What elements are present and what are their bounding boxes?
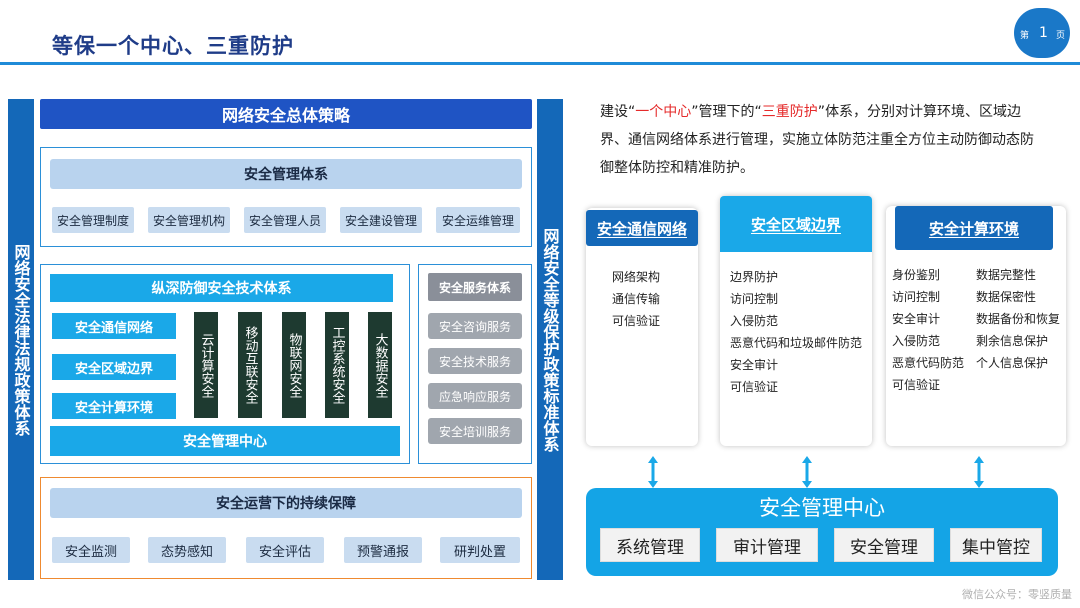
list-item: 访问控制	[730, 292, 779, 306]
double-arrow-icon	[802, 456, 812, 488]
tech-management-center: 安全管理中心	[50, 426, 400, 456]
intro-text: 建设	[600, 104, 628, 120]
service-system-title: 安全服务体系	[428, 273, 522, 301]
double-arrow-icon	[648, 456, 658, 488]
boundary-card-title: 安全区域边界	[720, 196, 872, 252]
list-item: 入侵防范	[730, 314, 779, 328]
intro-text: 管理下的	[698, 104, 755, 120]
intro-quote: ”	[817, 104, 826, 120]
intro-highlight: 一个中心	[635, 104, 692, 120]
mgmt-chip: 安全管理制度	[52, 207, 134, 233]
list-item: 恶意代码和垃圾邮件防范	[730, 336, 863, 350]
boundary-card-items: 边界防护 访问控制 入侵防范 恶意代码和垃圾邮件防范 安全审计 可信验证	[730, 266, 862, 398]
list-item: 数据备份和恢复	[976, 312, 1061, 326]
list-item: 安全审计	[892, 312, 941, 326]
service-item: 安全咨询服务	[428, 313, 522, 339]
mgmt-chip: 安全运维管理	[436, 207, 520, 233]
page-number: 1	[1039, 25, 1048, 41]
tech-column: 移动互联安全	[238, 312, 262, 418]
intro-highlight: 三重防护	[761, 104, 818, 120]
ops-chip: 研判处置	[440, 537, 520, 563]
list-item: 恶意代码防范	[892, 356, 965, 370]
tech-left-item: 安全计算环境	[52, 393, 176, 419]
service-item: 安全培训服务	[428, 418, 522, 444]
intro-quote: “	[754, 104, 762, 120]
list-item: 可信验证	[612, 314, 661, 328]
mgmt-chip: 安全建设管理	[340, 207, 422, 233]
list-item: 个人信息保护	[976, 356, 1049, 370]
list-item: 可信验证	[892, 378, 941, 392]
list-item: 通信传输	[612, 292, 661, 306]
list-item: 可信验证	[730, 380, 779, 394]
overall-strategy-bar: 网络安全总体策略	[40, 99, 532, 129]
tech-column: 云计算安全	[194, 312, 218, 418]
tech-column: 大数据安全	[368, 312, 392, 418]
compute-card-col2: 数据完整性 数据保密性 数据备份和恢复 剩余信息保护 个人信息保护	[976, 264, 1060, 374]
mgmt-center-item: 集中管控	[950, 528, 1042, 562]
service-item: 应急响应服务	[428, 383, 522, 409]
list-item: 数据保密性	[976, 290, 1037, 304]
mgmt-chip: 安全管理人员	[244, 207, 326, 233]
mgmt-center-item: 审计管理	[716, 528, 818, 562]
list-item: 安全审计	[730, 358, 779, 372]
intro-paragraph: 建设“一个中心”管理下的“三重防护”体系，分别对计算环境、区域边界、通信网络体系…	[600, 98, 1040, 182]
mgmt-center-item: 系统管理	[600, 528, 700, 562]
operations-title: 安全运营下的持续保障	[50, 488, 522, 518]
service-item: 安全技术服务	[428, 348, 522, 374]
right-standard-pillar: 网络安全等级保护政策标准体系	[537, 99, 563, 580]
network-card-items: 网络架构 通信传输 可信验证	[612, 266, 660, 332]
list-item: 身份鉴别	[892, 268, 941, 282]
list-item: 剩余信息保护	[976, 334, 1049, 348]
compute-card-title: 安全计算环境	[895, 206, 1053, 250]
list-item: 数据完整性	[976, 268, 1037, 282]
mgmt-chip: 安全管理机构	[148, 207, 230, 233]
ops-chip: 态势感知	[148, 537, 226, 563]
list-item: 网络架构	[612, 270, 661, 284]
ops-chip: 安全评估	[246, 537, 324, 563]
list-item: 访问控制	[892, 290, 941, 304]
ops-chip: 预警通报	[344, 537, 422, 563]
header-divider	[0, 62, 1080, 65]
page-suffix: 页	[1056, 31, 1066, 41]
list-item: 入侵防范	[892, 334, 941, 348]
compute-card-col1: 身份鉴别 访问控制 安全审计 入侵防范 恶意代码防范 可信验证	[892, 264, 964, 396]
intro-quote: ”	[691, 104, 699, 120]
tech-system-title: 纵深防御安全技术体系	[50, 274, 393, 302]
tech-left-item: 安全区域边界	[52, 354, 176, 380]
network-card-title: 安全通信网络	[586, 210, 698, 246]
double-arrow-icon	[974, 456, 984, 488]
list-item: 边界防护	[730, 270, 779, 284]
page-title: 等保一个中心、三重防护	[52, 34, 294, 58]
page-number-badge: 第 1 页	[1014, 8, 1070, 58]
tech-left-item: 安全通信网络	[52, 313, 176, 339]
tech-column: 物联网安全	[282, 312, 306, 418]
mgmt-center-item: 安全管理	[834, 528, 934, 562]
watermark: 微信公众号：零竖质量	[962, 588, 1072, 601]
left-policy-pillar: 网络安全法律法规政策体系	[8, 99, 34, 580]
tech-column: 工控系统安全	[325, 312, 349, 418]
management-system-title: 安全管理体系	[50, 159, 522, 189]
ops-chip: 安全监测	[52, 537, 130, 563]
page-prefix: 第	[1020, 31, 1030, 41]
management-center-title: 安全管理中心	[759, 496, 885, 520]
